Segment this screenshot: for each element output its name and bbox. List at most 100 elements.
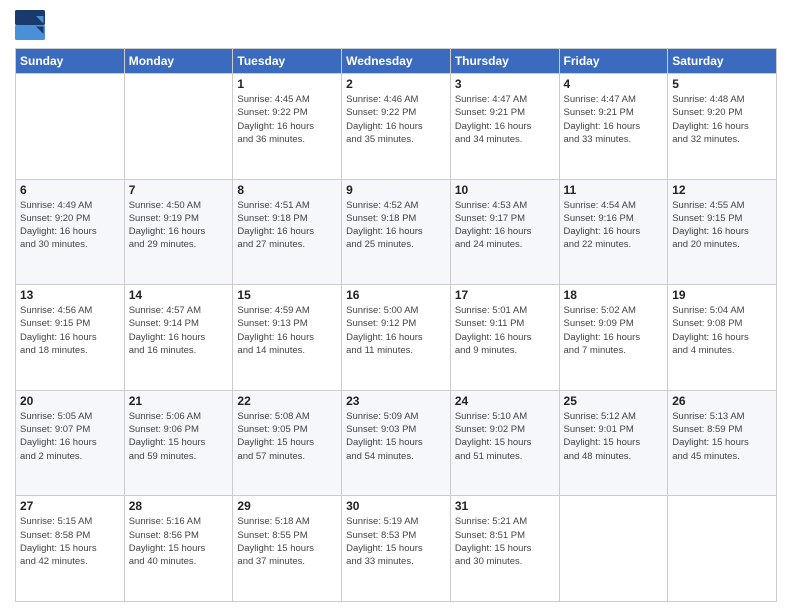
day-number: 5: [672, 77, 772, 91]
logo-icon: [15, 10, 45, 40]
day-info: Sunrise: 5:05 AM Sunset: 9:07 PM Dayligh…: [20, 410, 120, 463]
calendar-week-5: 27Sunrise: 5:15 AM Sunset: 8:58 PM Dayli…: [16, 496, 777, 602]
weekday-header-row: SundayMondayTuesdayWednesdayThursdayFrid…: [16, 49, 777, 74]
calendar-cell: 2 Sunrise: 4:46 AM Sunset: 9:22 PM Daylig…: [342, 74, 451, 180]
calendar-table: SundayMondayTuesdayWednesdayThursdayFrid…: [15, 48, 777, 602]
day-number: 24: [455, 394, 555, 408]
calendar-cell: 6 Sunrise: 4:49 AM Sunset: 9:20 PM Daylig…: [16, 179, 125, 285]
day-info: Sunrise: 5:09 AM Sunset: 9:03 PM Dayligh…: [346, 410, 446, 463]
day-number: 12: [672, 183, 772, 197]
day-number: 16: [346, 288, 446, 302]
day-number: 4: [564, 77, 664, 91]
day-number: 17: [455, 288, 555, 302]
day-number: 18: [564, 288, 664, 302]
day-number: 10: [455, 183, 555, 197]
calendar-cell: 14Sunrise: 4:57 AM Sunset: 9:14 PM Dayli…: [124, 285, 233, 391]
day-number: 6: [20, 183, 120, 197]
day-info: Sunrise: 4:56 AM Sunset: 9:15 PM Dayligh…: [20, 304, 120, 357]
day-info: Sunrise: 5:10 AM Sunset: 9:02 PM Dayligh…: [455, 410, 555, 463]
calendar-cell: 15Sunrise: 4:59 AM Sunset: 9:13 PM Dayli…: [233, 285, 342, 391]
calendar-cell: 26Sunrise: 5:13 AM Sunset: 8:59 PM Dayli…: [668, 390, 777, 496]
calendar-cell: 3Sunrise: 4:47 AM Sunset: 9:21 PM Daylig…: [450, 74, 559, 180]
calendar-cell: 1 Sunrise: 4:45 AM Sunset: 9:22 PM Daylig…: [233, 74, 342, 180]
day-number: 29: [237, 499, 337, 513]
day-info: Sunrise: 4:47 AM Sunset: 9:21 PM Dayligh…: [455, 93, 555, 146]
day-info: Sunrise: 5:19 AM Sunset: 8:53 PM Dayligh…: [346, 515, 446, 568]
day-number: 11: [564, 183, 664, 197]
day-info: Sunrise: 5:00 AM Sunset: 9:12 PM Dayligh…: [346, 304, 446, 357]
calendar-cell: [16, 74, 125, 180]
calendar-cell: [668, 496, 777, 602]
day-info: Sunrise: 5:13 AM Sunset: 8:59 PM Dayligh…: [672, 410, 772, 463]
day-number: 9: [346, 183, 446, 197]
calendar-cell: 31Sunrise: 5:21 AM Sunset: 8:51 PM Dayli…: [450, 496, 559, 602]
weekday-header-monday: Monday: [124, 49, 233, 74]
day-info: Sunrise: 4:53 AM Sunset: 9:17 PM Dayligh…: [455, 199, 555, 252]
day-number: 30: [346, 499, 446, 513]
calendar-cell: [124, 74, 233, 180]
day-info: Sunrise: 5:16 AM Sunset: 8:56 PM Dayligh…: [129, 515, 229, 568]
day-info: Sunrise: 4:54 AM Sunset: 9:16 PM Dayligh…: [564, 199, 664, 252]
day-info: Sunrise: 5:21 AM Sunset: 8:51 PM Dayligh…: [455, 515, 555, 568]
calendar-cell: 24 Sunrise: 5:10 AM Sunset: 9:02 PM Dayli…: [450, 390, 559, 496]
day-number: 25: [564, 394, 664, 408]
day-number: 2: [346, 77, 446, 91]
calendar-cell: 10 Sunrise: 4:53 AM Sunset: 9:17 PM Dayli…: [450, 179, 559, 285]
day-info: Sunrise: 4:52 AM Sunset: 9:18 PM Dayligh…: [346, 199, 446, 252]
day-number: 7: [129, 183, 229, 197]
day-number: 20: [20, 394, 120, 408]
calendar-cell: 9 Sunrise: 4:52 AM Sunset: 9:18 PM Daylig…: [342, 179, 451, 285]
day-info: Sunrise: 4:45 AM Sunset: 9:22 PM Dayligh…: [237, 93, 337, 146]
day-info: Sunrise: 5:08 AM Sunset: 9:05 PM Dayligh…: [237, 410, 337, 463]
page: SundayMondayTuesdayWednesdayThursdayFrid…: [0, 0, 792, 612]
calendar-cell: 17 Sunrise: 5:01 AM Sunset: 9:11 PM Dayli…: [450, 285, 559, 391]
day-info: Sunrise: 4:49 AM Sunset: 9:20 PM Dayligh…: [20, 199, 120, 252]
calendar-week-2: 6 Sunrise: 4:49 AM Sunset: 9:20 PM Daylig…: [16, 179, 777, 285]
calendar-cell: 25 Sunrise: 5:12 AM Sunset: 9:01 PM Dayli…: [559, 390, 668, 496]
calendar-cell: 13 Sunrise: 4:56 AM Sunset: 9:15 PM Dayli…: [16, 285, 125, 391]
day-number: 27: [20, 499, 120, 513]
day-info: Sunrise: 5:06 AM Sunset: 9:06 PM Dayligh…: [129, 410, 229, 463]
calendar-cell: 20 Sunrise: 5:05 AM Sunset: 9:07 PM Dayli…: [16, 390, 125, 496]
day-info: Sunrise: 4:48 AM Sunset: 9:20 PM Dayligh…: [672, 93, 772, 146]
calendar-cell: 21 Sunrise: 5:06 AM Sunset: 9:06 PM Dayli…: [124, 390, 233, 496]
day-info: Sunrise: 4:47 AM Sunset: 9:21 PM Dayligh…: [564, 93, 664, 146]
calendar-cell: 28 Sunrise: 5:16 AM Sunset: 8:56 PM Dayli…: [124, 496, 233, 602]
header: [15, 10, 777, 40]
day-info: Sunrise: 4:51 AM Sunset: 9:18 PM Dayligh…: [237, 199, 337, 252]
calendar-cell: 7Sunrise: 4:50 AM Sunset: 9:19 PM Daylig…: [124, 179, 233, 285]
day-number: 13: [20, 288, 120, 302]
day-info: Sunrise: 5:02 AM Sunset: 9:09 PM Dayligh…: [564, 304, 664, 357]
day-number: 23: [346, 394, 446, 408]
day-number: 28: [129, 499, 229, 513]
calendar-cell: 18 Sunrise: 5:02 AM Sunset: 9:09 PM Dayli…: [559, 285, 668, 391]
calendar-cell: 12Sunrise: 4:55 AM Sunset: 9:15 PM Dayli…: [668, 179, 777, 285]
calendar-cell: 30 Sunrise: 5:19 AM Sunset: 8:53 PM Dayli…: [342, 496, 451, 602]
calendar-cell: 29 Sunrise: 5:18 AM Sunset: 8:55 PM Dayli…: [233, 496, 342, 602]
day-info: Sunrise: 4:59 AM Sunset: 9:13 PM Dayligh…: [237, 304, 337, 357]
calendar-cell: 5 Sunrise: 4:48 AM Sunset: 9:20 PM Daylig…: [668, 74, 777, 180]
calendar-cell: 11 Sunrise: 4:54 AM Sunset: 9:16 PM Dayli…: [559, 179, 668, 285]
day-info: Sunrise: 5:01 AM Sunset: 9:11 PM Dayligh…: [455, 304, 555, 357]
day-number: 21: [129, 394, 229, 408]
weekday-header-tuesday: Tuesday: [233, 49, 342, 74]
calendar-week-3: 13 Sunrise: 4:56 AM Sunset: 9:15 PM Dayli…: [16, 285, 777, 391]
day-info: Sunrise: 5:12 AM Sunset: 9:01 PM Dayligh…: [564, 410, 664, 463]
calendar-cell: 27Sunrise: 5:15 AM Sunset: 8:58 PM Dayli…: [16, 496, 125, 602]
calendar-cell: 16 Sunrise: 5:00 AM Sunset: 9:12 PM Dayli…: [342, 285, 451, 391]
calendar-cell: [559, 496, 668, 602]
weekday-header-wednesday: Wednesday: [342, 49, 451, 74]
calendar-week-4: 20 Sunrise: 5:05 AM Sunset: 9:07 PM Dayli…: [16, 390, 777, 496]
logo: [15, 10, 49, 40]
day-number: 1: [237, 77, 337, 91]
weekday-header-sunday: Sunday: [16, 49, 125, 74]
weekday-header-thursday: Thursday: [450, 49, 559, 74]
day-info: Sunrise: 5:18 AM Sunset: 8:55 PM Dayligh…: [237, 515, 337, 568]
day-number: 14: [129, 288, 229, 302]
calendar-cell: 23 Sunrise: 5:09 AM Sunset: 9:03 PM Dayli…: [342, 390, 451, 496]
calendar-cell: 8 Sunrise: 4:51 AM Sunset: 9:18 PM Daylig…: [233, 179, 342, 285]
day-number: 8: [237, 183, 337, 197]
day-info: Sunrise: 4:46 AM Sunset: 9:22 PM Dayligh…: [346, 93, 446, 146]
weekday-header-friday: Friday: [559, 49, 668, 74]
day-info: Sunrise: 5:04 AM Sunset: 9:08 PM Dayligh…: [672, 304, 772, 357]
